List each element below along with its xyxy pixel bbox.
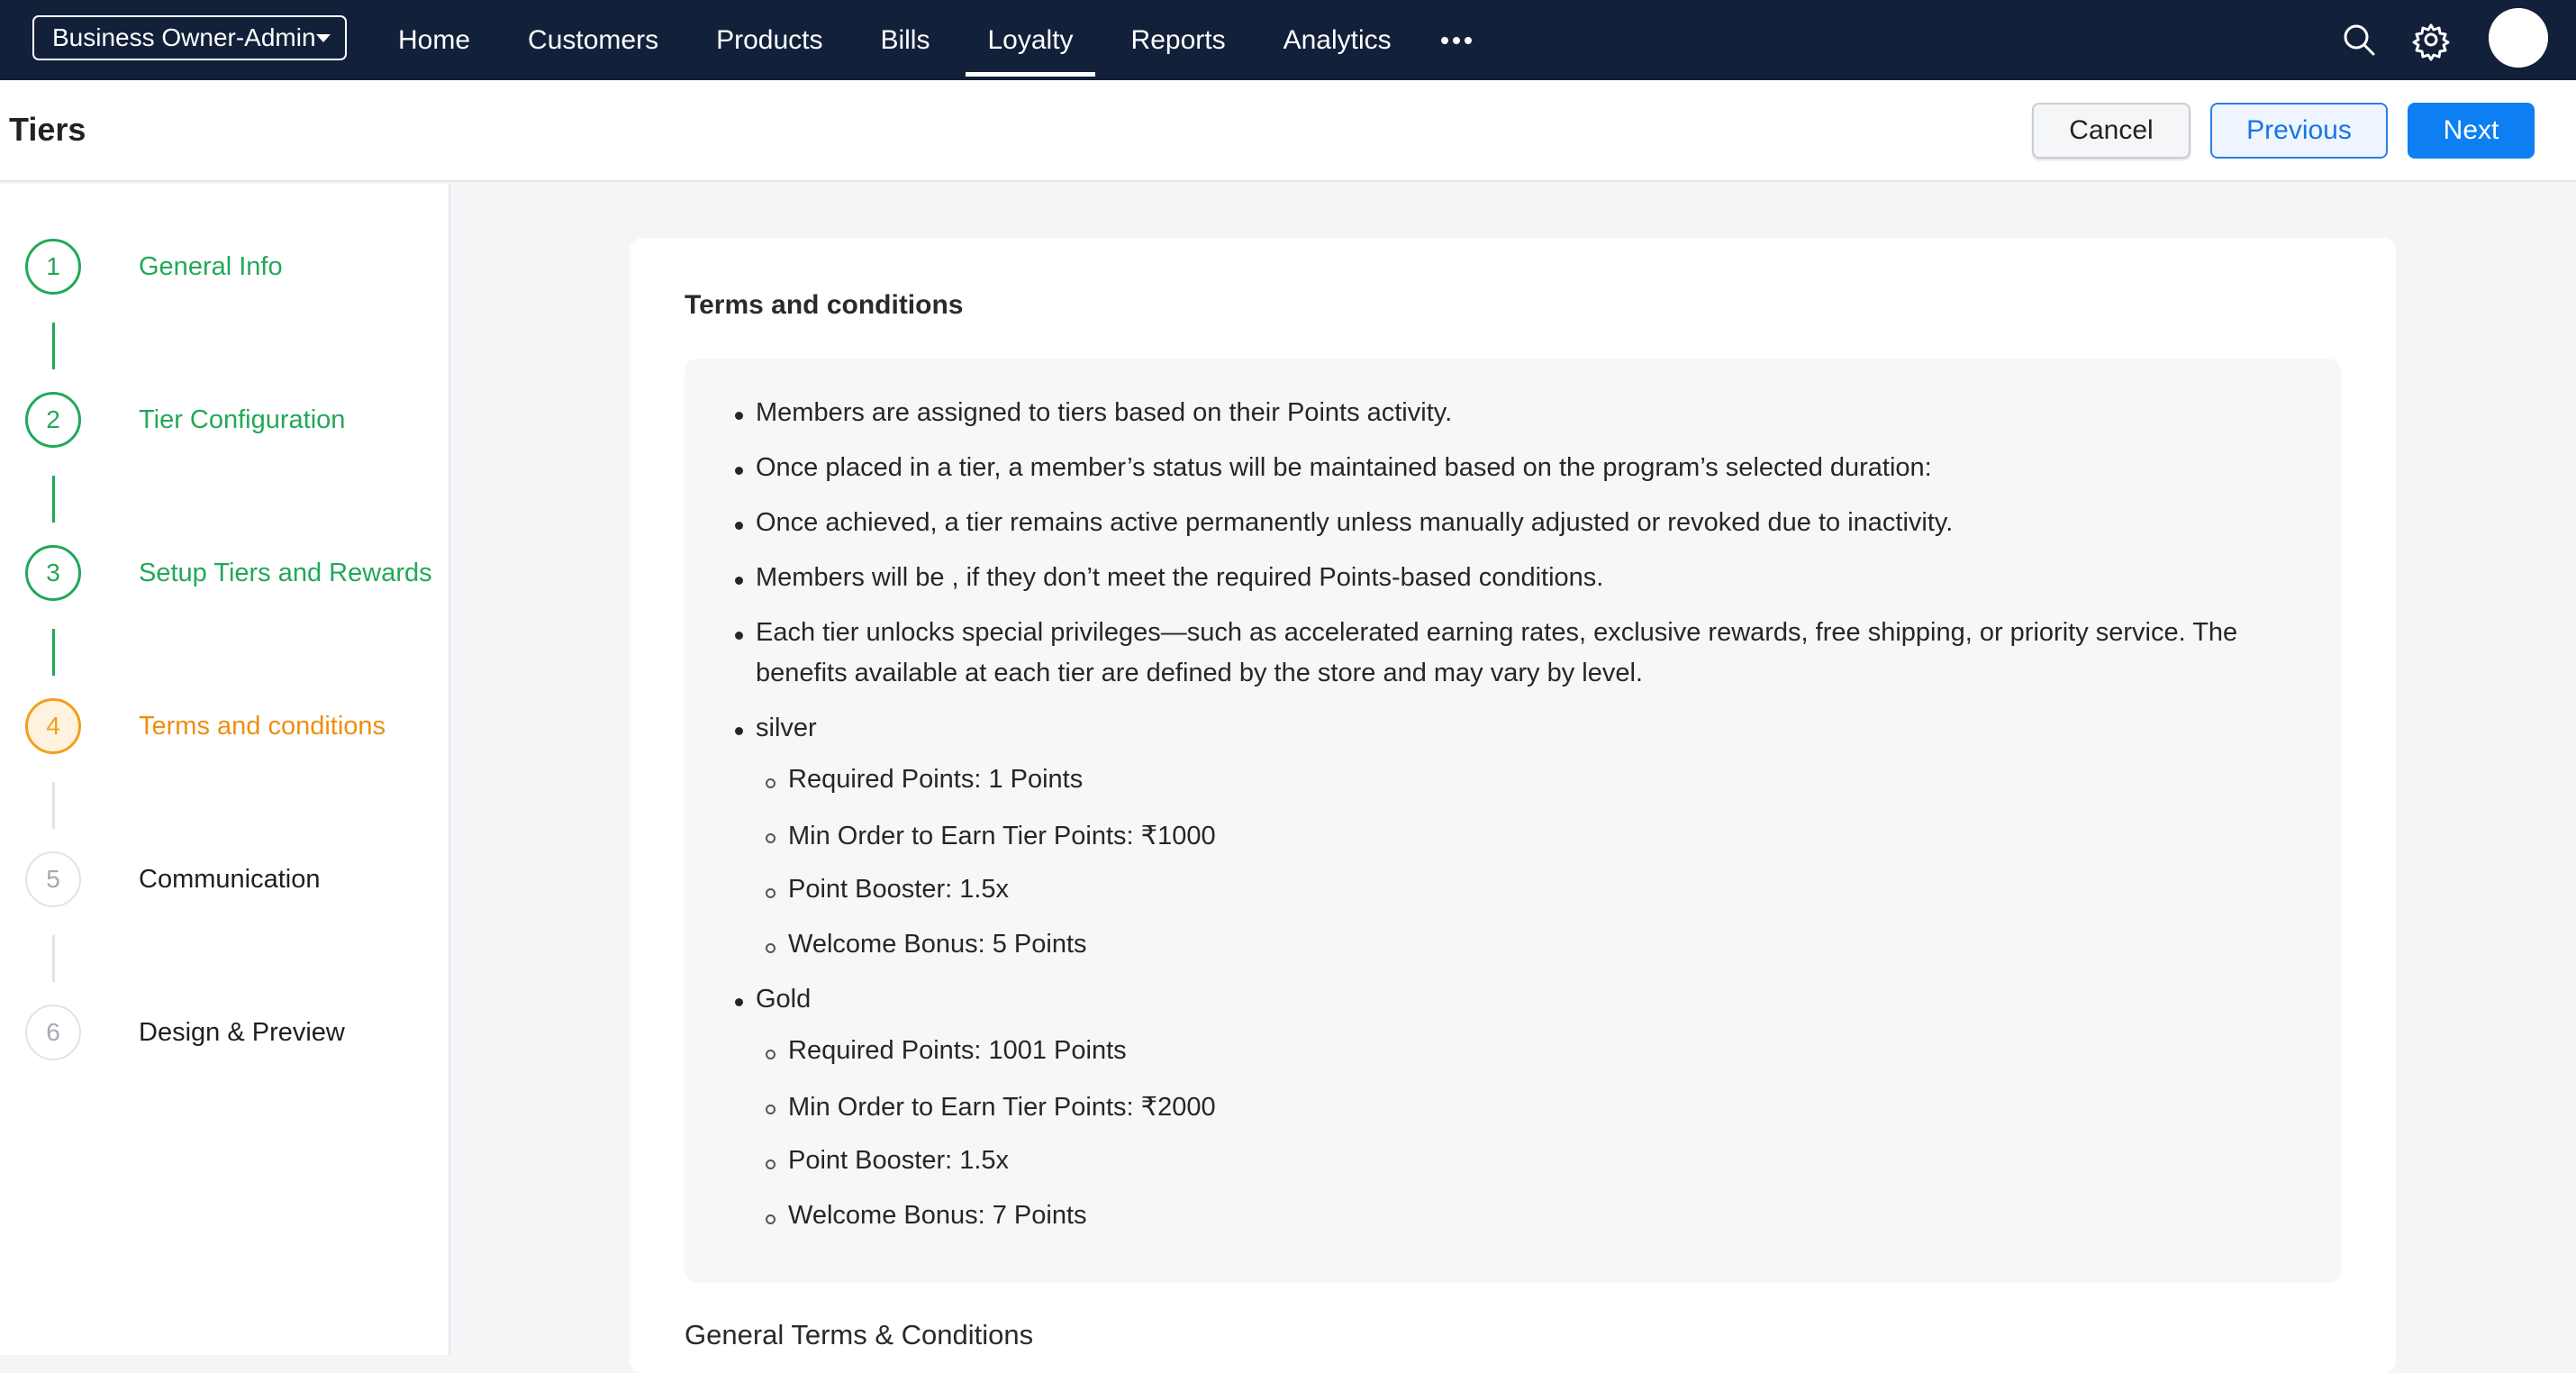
tier-detail: Welcome Bonus: 5 Points [788,930,1087,959]
gear-icon[interactable] [2409,18,2453,61]
search-icon[interactable] [2337,18,2381,61]
bullet [735,727,743,735]
nav-customers[interactable]: Customers [499,0,687,80]
bullet [735,467,743,475]
tier-detail: Point Booster: 1.5x [788,1146,1010,1175]
step-general-info[interactable]: 1 General Info [25,238,283,296]
sub-bullet [766,1050,776,1059]
step-label: Tier Configuration [139,405,346,434]
bullet [735,998,743,1006]
next-button[interactable]: Next [2408,103,2535,159]
bullet [735,412,743,420]
nav-loyalty[interactable]: Loyalty [958,0,1102,80]
nav-bills[interactable]: Bills [851,0,958,80]
step-setup-tiers-and-rewards[interactable]: 3 Setup Tiers and Rewards [25,544,432,602]
sub-bullet [766,1159,776,1169]
step-number: 6 [25,1005,81,1060]
more-icon [1440,36,1472,44]
step-number: 1 [25,239,81,295]
terms-item: Once achieved, a tier remains active per… [756,508,1954,537]
step-label: Design & Preview [139,1017,345,1047]
nav-home[interactable]: Home [369,0,499,80]
tier-detail: Min Order to Earn Tier Points: ₹2000 [788,1093,1216,1122]
step-number: 3 [25,545,81,601]
terms-title: Terms and conditions [685,290,964,320]
terms-card: Terms and conditions Members are assigne… [630,238,2396,1373]
nav-analytics-label: Analytics [1283,24,1392,55]
tier-detail: Point Booster: 1.5x [788,875,1010,904]
nav-bills-label: Bills [880,24,930,55]
general-terms-title: General Terms & Conditions [685,1319,1034,1350]
cancel-button[interactable]: Cancel [2032,103,2191,159]
more-menu-button[interactable] [1420,0,1492,80]
page-title: Tiers [9,111,86,148]
wizard-stepper: 1 General Info 2 Tier Configuration 3 Se… [0,184,450,1355]
terms-item: Each tier unlocks special privileges—suc… [756,618,2238,647]
step-tier-configuration[interactable]: 2 Tier Configuration [25,391,345,449]
org-selector-dropdown[interactable]: Business Owner-Admin [32,15,347,60]
top-navigation-bar: Business Owner-Admin Home Customers Prod… [0,0,2576,80]
sub-bullet [766,888,776,898]
step-design-preview[interactable]: 6 Design & Preview [25,1004,345,1061]
nav-customers-label: Customers [528,24,659,55]
terms-item: Members will be , if they don’t meet the… [756,563,1604,592]
step-connector [52,935,55,982]
sub-bullet [766,1105,776,1114]
step-connector [52,782,55,829]
bullet [735,632,743,640]
org-selector-label: Business Owner-Admin [52,23,316,51]
sub-bullet [766,833,776,843]
tier-detail: Required Points: 1 Points [788,765,1084,794]
bullet [735,577,743,585]
step-number: 5 [25,851,81,907]
tier-name: Gold [756,985,812,1014]
step-label: General Info [139,251,283,281]
step-connector [52,629,55,676]
terms-content: Members are assigned to tiers based on t… [685,359,2341,1283]
nav-products-label: Products [716,24,823,55]
step-number: 2 [25,392,81,448]
caret-down-icon [316,34,331,42]
step-communication[interactable]: 5 Communication [25,850,320,908]
step-label: Communication [139,864,321,894]
nav-reports-label: Reports [1130,24,1226,55]
tier-detail: Required Points: 1001 Points [788,1036,1127,1065]
nav-analytics[interactable]: Analytics [1255,0,1420,80]
step-number: 4 [25,698,81,754]
step-label: Terms and conditions [139,711,386,741]
sub-bullet [766,778,776,788]
terms-item-continued: benefits available at each tier are defi… [756,659,1643,687]
terms-item: Once placed in a tier, a member’s status… [756,453,1932,482]
nav-loyalty-label: Loyalty [987,24,1074,55]
avatar[interactable] [2489,8,2548,68]
step-connector [52,476,55,523]
tier-detail: Min Order to Earn Tier Points: ₹1000 [788,822,1216,850]
step-terms-and-conditions[interactable]: 4 Terms and conditions [25,697,385,755]
previous-button[interactable]: Previous [2210,103,2388,159]
terms-item: Members are assigned to tiers based on t… [756,398,1453,427]
bullet [735,522,743,530]
page-header: Tiers Cancel Previous Next [0,80,2576,182]
main-nav: Home Customers Products Bills Loyalty Re… [369,0,1492,80]
tier-name: silver [756,714,817,742]
step-connector [52,323,55,369]
user-icon [2489,8,2548,68]
step-label: Setup Tiers and Rewards [139,558,432,587]
tier-detail: Welcome Bonus: 7 Points [788,1201,1087,1230]
nav-reports[interactable]: Reports [1102,0,1255,80]
sub-bullet [766,1214,776,1224]
nav-home-label: Home [398,24,471,55]
sub-bullet [766,943,776,953]
nav-products[interactable]: Products [687,0,851,80]
